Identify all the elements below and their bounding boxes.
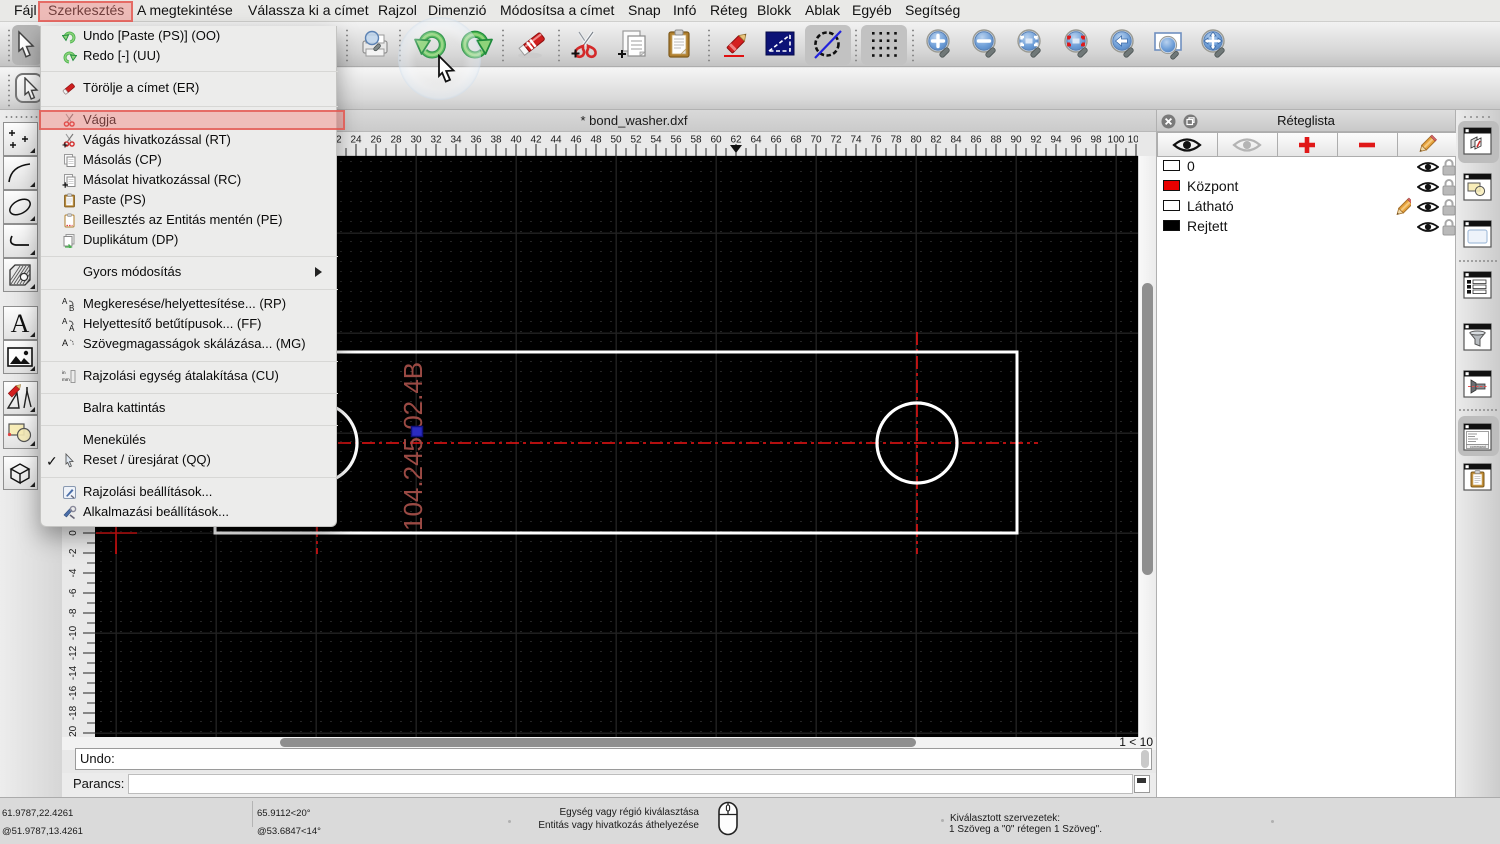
svg-text:-6: -6 (68, 588, 79, 597)
svg-text:84: 84 (950, 135, 962, 146)
svg-text:34: 34 (450, 135, 462, 146)
svg-text:90: 90 (1010, 135, 1022, 146)
svg-text:B: B (69, 304, 74, 312)
svg-text:72: 72 (830, 135, 842, 146)
svg-text:-16: -16 (68, 685, 79, 700)
svg-text:52: 52 (630, 135, 642, 146)
svg-text:46: 46 (570, 135, 582, 146)
svg-text:A: A (62, 297, 68, 306)
svg-text:62: 62 (730, 135, 742, 146)
svg-text:102: 102 (1128, 135, 1138, 146)
svg-text:-18: -18 (68, 705, 79, 720)
svg-text:-8: -8 (68, 608, 79, 617)
svg-text:104.245.02.4B: 104.245.02.4B (398, 362, 428, 531)
svg-text:A: A (62, 317, 68, 326)
svg-text:100: 100 (1108, 135, 1125, 146)
svg-text:96: 96 (1070, 135, 1082, 146)
svg-text:86: 86 (970, 135, 982, 146)
svg-text:40: 40 (510, 135, 522, 146)
svg-text:82: 82 (930, 135, 942, 146)
svg-text:94: 94 (1050, 135, 1062, 146)
svg-text:68: 68 (790, 135, 802, 146)
svg-text:64: 64 (750, 135, 762, 146)
svg-text:A: A (69, 324, 75, 332)
svg-text:58: 58 (690, 135, 702, 146)
svg-text:-4: -4 (68, 568, 79, 577)
svg-text:in: in (62, 370, 66, 375)
svg-text:A: A (11, 309, 30, 338)
svg-text:A: A (62, 338, 68, 348)
svg-text:0: 0 (68, 530, 79, 536)
svg-text:24: 24 (350, 135, 362, 146)
svg-text:-10: -10 (68, 625, 79, 640)
svg-text:56: 56 (670, 135, 682, 146)
svg-text:70: 70 (810, 135, 822, 146)
svg-text:66: 66 (770, 135, 782, 146)
svg-text:44: 44 (550, 135, 562, 146)
svg-text:-2: -2 (68, 548, 79, 557)
svg-text:command: command (1470, 445, 1486, 449)
svg-text:26: 26 (370, 135, 382, 146)
svg-text:30: 30 (410, 135, 422, 146)
svg-text:98: 98 (1090, 135, 1102, 146)
svg-text:54: 54 (650, 135, 662, 146)
svg-text:74: 74 (850, 135, 862, 146)
svg-text:42: 42 (530, 135, 542, 146)
svg-text:-14: -14 (68, 665, 79, 680)
svg-text:76: 76 (870, 135, 882, 146)
svg-text:38: 38 (490, 135, 502, 146)
svg-text:mm: mm (62, 377, 70, 382)
svg-text:80: 80 (910, 135, 922, 146)
svg-text:78: 78 (890, 135, 902, 146)
svg-text:32: 32 (430, 135, 442, 146)
svg-text:48: 48 (590, 135, 602, 146)
svg-text:-12: -12 (68, 645, 79, 660)
svg-text:-20: -20 (68, 725, 79, 737)
svg-text:28: 28 (390, 135, 402, 146)
svg-text:60: 60 (710, 135, 722, 146)
svg-text:92: 92 (1030, 135, 1042, 146)
svg-text:88: 88 (990, 135, 1002, 146)
svg-text:36: 36 (470, 135, 482, 146)
svg-text:50: 50 (610, 135, 622, 146)
